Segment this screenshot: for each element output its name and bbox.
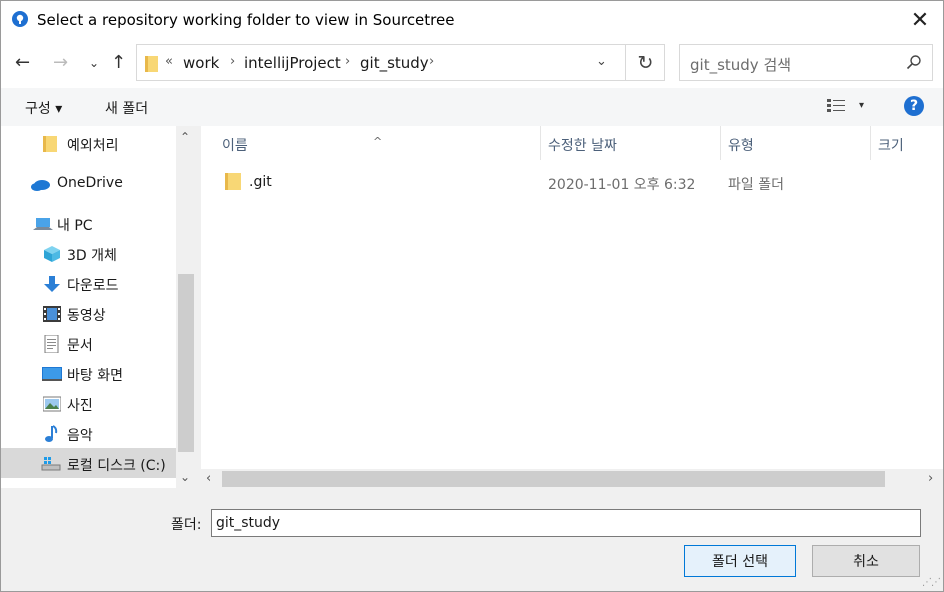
sidebar-item-videos[interactable]: 동영상: [1, 298, 176, 328]
sidebar-item-downloads[interactable]: 다운로드: [1, 268, 176, 298]
folder-icon: [225, 173, 241, 190]
file-type: 파일 폴더: [728, 177, 784, 193]
sidebar-item-desktop[interactable]: 바탕 화면: [1, 358, 176, 388]
refresh-button[interactable]: ↻: [625, 45, 665, 80]
music-icon: [45, 425, 58, 442]
sidebar-item-label: OneDrive: [57, 175, 123, 191]
sidebar-scrollbar[interactable]: ⌃ ⌄: [176, 126, 196, 488]
scroll-thumb[interactable]: [178, 274, 194, 452]
sidebar-item-pictures[interactable]: 사진: [1, 388, 176, 418]
view-options-icon[interactable]: [827, 99, 845, 113]
select-folder-button-label: 폴더 선택: [712, 554, 768, 570]
local-disk-icon: [41, 457, 61, 471]
back-button[interactable]: ←: [15, 52, 30, 73]
close-icon: ✕: [910, 7, 930, 33]
forward-button[interactable]: →: [53, 52, 68, 73]
title-bar: Select a repository working folder to vi…: [0, 0, 944, 38]
command-toolbar: 구성 ▾ 새 폴더 ▾ ?: [0, 88, 944, 126]
file-date: 2020-11-01 오후 6:32: [548, 177, 696, 193]
picture-icon: [43, 396, 61, 412]
select-folder-button[interactable]: 폴더 선택: [684, 545, 796, 577]
recent-locations-button[interactable]: ⌄: [89, 56, 99, 70]
view-options-dropdown[interactable]: ▾: [859, 100, 864, 111]
folder-icon: [43, 136, 57, 152]
sidebar-item-this-pc[interactable]: 내 PC: [1, 208, 176, 238]
sidebar-item-local-disk[interactable]: 로컬 디스크 (C:): [1, 448, 176, 478]
search-placeholder: git_study 검색: [690, 56, 792, 74]
sidebar-item-documents[interactable]: 문서: [1, 328, 176, 358]
sidebar-item-music[interactable]: 음악: [1, 418, 176, 448]
help-button[interactable]: ?: [904, 96, 924, 116]
breadcrumb-work[interactable]: work: [183, 54, 219, 72]
document-icon: [44, 335, 59, 353]
sidebar-item-label: 음악: [67, 428, 93, 444]
table-row[interactable]: .git 2020-11-01 오후 6:32 파일 폴더: [201, 166, 944, 198]
refresh-icon: ↻: [637, 51, 654, 74]
column-header-label: 유형: [728, 138, 754, 154]
breadcrumb-overflow[interactable]: «: [165, 54, 173, 69]
scroll-down-button[interactable]: ⌄: [180, 470, 190, 484]
window-title: Select a repository working folder to vi…: [37, 11, 455, 29]
sidebar-item-label: 3D 개체: [67, 248, 117, 264]
close-button[interactable]: ✕: [897, 1, 943, 39]
sidebar-item-exceptions[interactable]: 예외처리: [1, 128, 176, 158]
up-button[interactable]: ↑: [111, 52, 126, 73]
address-bar[interactable]: « work › intellijProject › git_study › ⌄…: [136, 44, 665, 81]
breadcrumb-separator[interactable]: ›: [230, 54, 235, 69]
scroll-thumb[interactable]: [222, 471, 885, 487]
sidebar-item-onedrive[interactable]: OneDrive: [1, 168, 176, 198]
pc-icon: [33, 218, 53, 230]
folder-name-input[interactable]: [211, 509, 921, 537]
desktop-icon: [42, 367, 62, 381]
breadcrumb-git-study[interactable]: git_study: [360, 54, 429, 72]
navigation-bar: ← → ⌄ ↑ « work › intellijProject › git_s…: [0, 38, 944, 88]
sidebar-item-3d-objects[interactable]: 3D 개체: [1, 238, 176, 268]
file-list: 이름 ^ 수정한 날짜 유형 크기 .git 2020-11-01 오후 6:3…: [201, 126, 944, 488]
cancel-button-label: 취소: [853, 554, 879, 570]
sidebar-item-label: 동영상: [67, 308, 106, 324]
breadcrumb-separator[interactable]: ›: [345, 54, 350, 69]
column-header-label: 수정한 날짜: [548, 138, 617, 154]
dialog-footer: 폴더: 폴더 선택 취소 ⋰⋰: [0, 488, 944, 592]
column-header-date[interactable]: 수정한 날짜: [541, 126, 720, 160]
help-icon: ?: [909, 98, 919, 114]
sidebar-item-label: 내 PC: [57, 218, 93, 234]
sidebar-item-label: 사진: [67, 398, 93, 414]
breadcrumb-separator[interactable]: ›: [429, 54, 434, 69]
scroll-right-button[interactable]: ›: [928, 471, 933, 486]
scroll-left-button[interactable]: ‹: [206, 471, 211, 486]
sourcetree-icon: [12, 11, 28, 27]
sidebar-item-label: 바탕 화면: [67, 368, 123, 384]
3d-objects-icon: [44, 246, 60, 262]
file-name: .git: [249, 174, 272, 190]
resize-grip-icon[interactable]: ⋰⋰: [922, 577, 941, 588]
folder-icon: [145, 56, 158, 72]
video-icon: [43, 306, 61, 322]
organize-button[interactable]: 구성 ▾: [25, 98, 62, 118]
column-header-label: 크기: [878, 138, 904, 154]
onedrive-icon: [31, 180, 50, 191]
horizontal-scrollbar[interactable]: ‹ ›: [201, 469, 943, 488]
address-dropdown-button[interactable]: ⌄: [596, 54, 607, 69]
cancel-button[interactable]: 취소: [812, 545, 920, 577]
download-icon: [44, 276, 60, 292]
sidebar-item-label: 다운로드: [67, 278, 119, 294]
folder-field-label: 폴더:: [171, 517, 202, 533]
column-header-label: 이름: [222, 138, 248, 154]
new-folder-button[interactable]: 새 폴더: [105, 98, 148, 118]
breadcrumb-intellijproject[interactable]: intellijProject: [244, 54, 341, 72]
search-input[interactable]: git_study 검색: [679, 44, 933, 81]
sort-ascending-icon: ^: [373, 135, 383, 148]
navigation-pane: 예외처리 OneDrive 내 PC 3D 개체 다운로드 동영상 문서 바탕 …: [0, 126, 196, 488]
scroll-up-button[interactable]: ⌃: [180, 130, 190, 144]
column-header-name[interactable]: 이름 ^: [201, 126, 540, 160]
sidebar-item-label: 예외처리: [67, 138, 119, 154]
search-icon[interactable]: [906, 54, 922, 70]
sidebar-item-label: 로컬 디스크 (C:): [67, 458, 166, 474]
column-header-size[interactable]: 크기: [871, 126, 943, 160]
column-header-type[interactable]: 유형: [721, 126, 870, 160]
sidebar-item-label: 문서: [67, 338, 93, 354]
